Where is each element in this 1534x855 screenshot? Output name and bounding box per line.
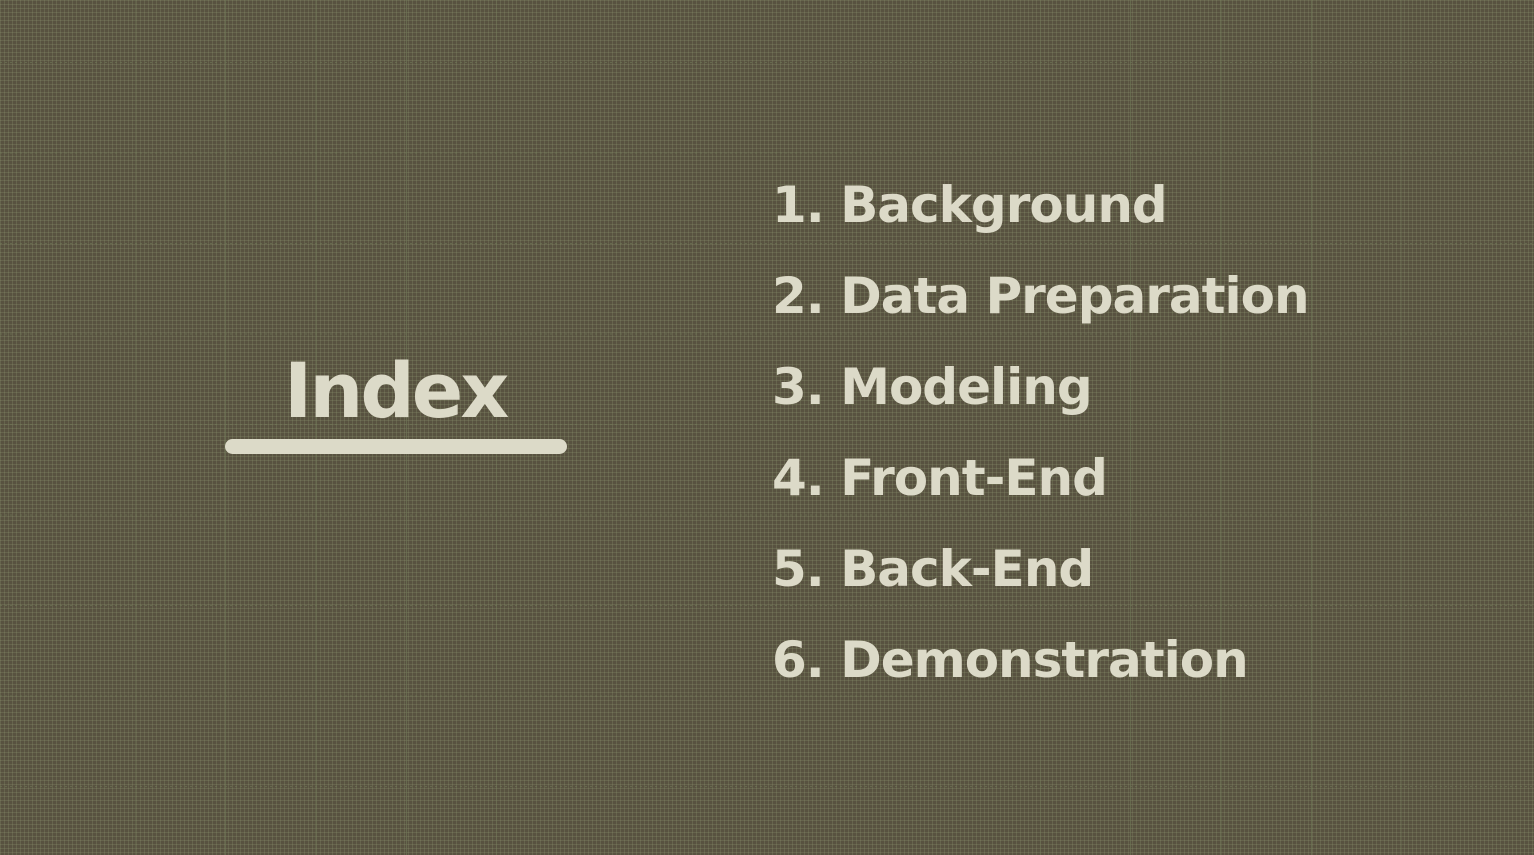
index-item-back-end: 5. Back-End — [772, 540, 1094, 598]
index-item-data-preparation: 2. Data Preparation — [772, 267, 1310, 325]
index-slide: Index 1. Background 2. Data Preparation … — [0, 0, 1534, 855]
index-item-demonstration: 6. Demonstration — [772, 631, 1249, 689]
title-underline — [225, 439, 567, 454]
index-item-background: 1. Background — [772, 176, 1168, 234]
index-list: 1. Background 2. Data Preparation 3. Mod… — [772, 170, 1310, 716]
index-item-front-end: 4. Front-End — [772, 449, 1108, 507]
slide-title: Index — [284, 346, 509, 435]
index-item-modeling: 3. Modeling — [772, 358, 1093, 416]
